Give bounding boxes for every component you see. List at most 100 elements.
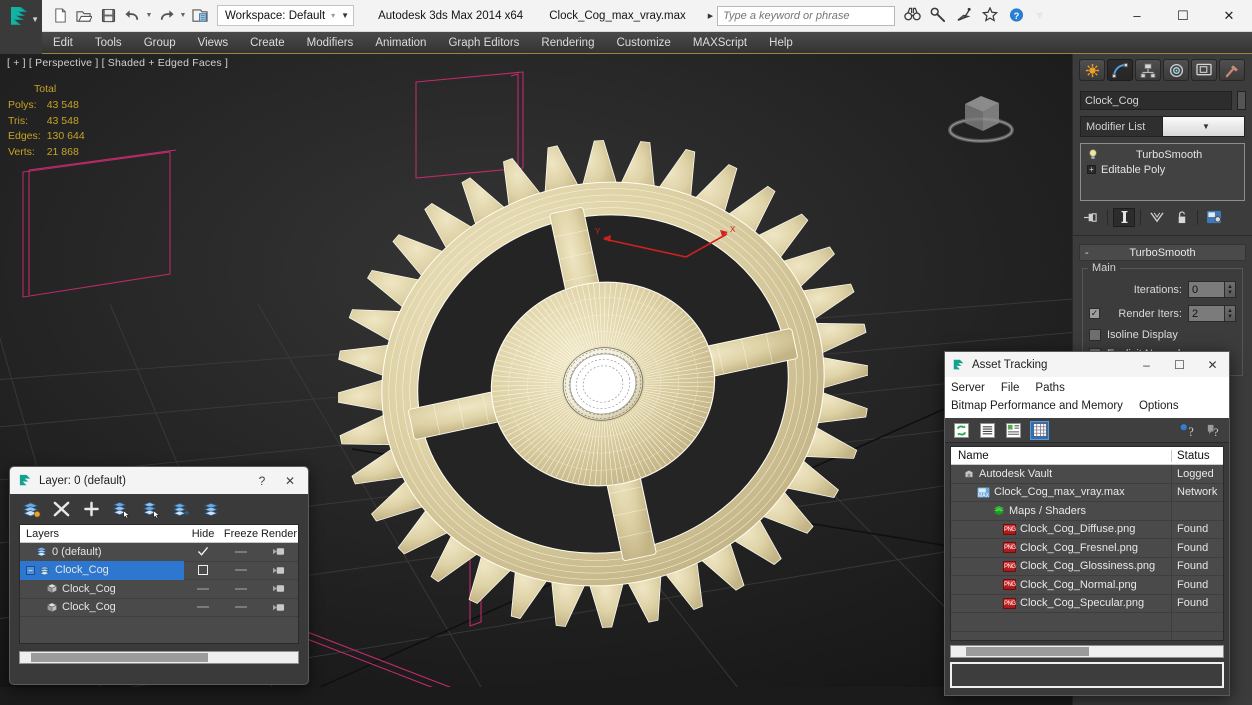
modify-tab[interactable]	[1107, 59, 1133, 81]
add-layer-icon[interactable]	[82, 500, 101, 519]
lightbulb-icon[interactable]	[1087, 149, 1098, 160]
table-row[interactable]: MAX Clock_Cog_max_vray.max Network	[951, 483, 1223, 502]
show-end-result-icon[interactable]	[1113, 207, 1135, 227]
layer-horizontal-scrollbar[interactable]	[19, 651, 299, 664]
refresh-icon[interactable]	[953, 422, 970, 439]
remove-modifier-icon[interactable]	[1170, 208, 1192, 227]
layer-help-button[interactable]: ?	[248, 467, 276, 494]
table-row[interactable]: PNG Clock_Cog_Normal.png Found	[951, 575, 1223, 595]
object-color-swatch[interactable]	[1237, 91, 1246, 110]
table-row[interactable]: PNG Clock_Cog_Glossiness.png Found	[951, 557, 1223, 576]
viewport-label[interactable]: [ + ] [ Perspective ] [ Shaded + Edged F…	[7, 57, 228, 69]
asset-menu-server[interactable]: Server	[951, 382, 993, 394]
app-menu-button[interactable]: ▼	[0, 0, 42, 32]
help-icon[interactable]: ?	[1008, 7, 1025, 24]
asset-list[interactable]: Name Status Autodesk Vault Logged MAX Cl…	[950, 446, 1224, 641]
plus-box-icon[interactable]: +	[1087, 165, 1096, 174]
new-icon[interactable]	[49, 5, 71, 27]
render-iters-spinner-arrows[interactable]: ▲ ▼	[1224, 305, 1236, 322]
render-iters-spinner[interactable]: ▲▼	[1188, 305, 1236, 322]
expander-minus-icon[interactable]: −	[26, 565, 35, 575]
list-view-icon[interactable]	[979, 422, 996, 439]
layer-close-button[interactable]: ✕	[276, 467, 304, 494]
table-row[interactable]: Autodesk Vault Logged	[951, 464, 1223, 484]
context-help-icon[interactable]: ?	[1204, 422, 1221, 439]
workspace-selector[interactable]: Workspace: Default ▾ ▼	[217, 5, 355, 26]
asset-menu-paths[interactable]: Paths	[1035, 382, 1072, 394]
select-highlight-icon[interactable]	[142, 500, 161, 519]
hide-cell[interactable]	[184, 598, 222, 617]
freeze-cell[interactable]	[222, 561, 260, 580]
render-cell[interactable]	[260, 598, 298, 617]
asset-name-cell[interactable]: PNG Clock_Cog_Specular.png	[951, 594, 1171, 613]
layer-properties-icon[interactable]	[202, 500, 221, 519]
workspace-dropdown-icon[interactable]: ▼	[341, 11, 349, 20]
layer-row-name-cell[interactable]: Clock_Cog	[20, 598, 184, 617]
hide-cell[interactable]	[184, 543, 222, 562]
select-objects-icon[interactable]	[112, 500, 131, 519]
menu-item-group[interactable]: Group	[133, 32, 187, 54]
undo-dropdown-icon[interactable]: ▼	[145, 12, 153, 19]
asset-name-cell[interactable]: PNG Clock_Cog_Normal.png	[951, 576, 1171, 595]
redo-dropdown-icon[interactable]: ▼	[179, 12, 187, 19]
asset-name-cell[interactable]: PNG Clock_Cog_Fresnel.png	[951, 539, 1171, 558]
table-row[interactable]: Clock_Cog	[20, 598, 298, 617]
thumbnail-view-icon[interactable]	[1005, 422, 1022, 439]
layer-row-name-cell[interactable]: 0 (default)	[20, 543, 184, 562]
render-cell[interactable]	[260, 580, 298, 599]
collapse-icon[interactable]: -	[1085, 247, 1089, 259]
configure-sets-icon[interactable]	[1203, 208, 1225, 227]
star-icon[interactable]	[982, 6, 999, 24]
save-icon[interactable]	[97, 5, 119, 27]
asset-name-cell[interactable]: PNG Clock_Cog_Diffuse.png	[951, 520, 1171, 539]
menu-item-views[interactable]: Views	[187, 32, 239, 54]
undo-icon[interactable]	[121, 5, 143, 27]
create-tab[interactable]	[1079, 59, 1105, 81]
asset-name-cell[interactable]: PNG Clock_Cog_Glossiness.png	[951, 557, 1171, 576]
help-dropdown-icon[interactable]: ▼	[1034, 10, 1045, 22]
asset-horizontal-scrollbar[interactable]	[950, 645, 1224, 658]
menu-item-animation[interactable]: Animation	[364, 32, 437, 54]
menu-item-edit[interactable]: Edit	[42, 32, 84, 54]
asset-menu-options[interactable]: Options	[1139, 400, 1187, 412]
freeze-cell[interactable]	[222, 543, 260, 562]
minimize-button[interactable]: –	[1114, 0, 1160, 32]
menu-item-graph-editors[interactable]: Graph Editors	[437, 32, 530, 54]
isoline-display-row[interactable]: Isoline Display	[1089, 329, 1236, 341]
hide-cell[interactable]	[184, 561, 222, 580]
modifier-stack[interactable]: TurboSmooth + Editable Poly	[1080, 143, 1245, 201]
satellite-icon[interactable]	[956, 7, 973, 24]
turbosmooth-rollout-header[interactable]: - TurboSmooth	[1079, 244, 1246, 261]
maximize-button[interactable]: ☐	[1160, 0, 1206, 32]
scrollbar-thumb[interactable]	[31, 653, 208, 662]
table-row-empty[interactable]	[951, 612, 1223, 632]
asset-name-cell[interactable]: MAX Clock_Cog_max_vray.max	[951, 483, 1171, 502]
render-cell[interactable]	[260, 543, 298, 562]
wrench-icon[interactable]	[930, 7, 947, 24]
redo-icon[interactable]	[155, 5, 177, 27]
pin-stack-icon[interactable]	[1080, 208, 1102, 227]
layer-row-name-cell[interactable]: Clock_Cog	[20, 580, 184, 599]
asset-close-button[interactable]: ✕	[1196, 352, 1229, 377]
scrollbar-thumb[interactable]	[966, 647, 1089, 656]
asset-maximize-button[interactable]: ☐	[1163, 352, 1196, 377]
isoline-display-checkbox[interactable]	[1089, 329, 1101, 341]
asset-name-cell[interactable]: Maps / Shaders	[951, 502, 1171, 521]
layer-dialog[interactable]: Layer: 0 (default) ? ✕ Layers Hide Freez…	[9, 466, 309, 685]
asset-menu-file[interactable]: File	[1001, 382, 1028, 394]
hierarchy-tab[interactable]	[1135, 59, 1161, 81]
render-cell[interactable]	[260, 561, 298, 580]
render-iters-input[interactable]	[1188, 305, 1224, 322]
menu-item-tools[interactable]: Tools	[84, 32, 133, 54]
object-name-field[interactable]	[1080, 91, 1232, 110]
grid-view-icon[interactable]	[1030, 420, 1049, 440]
new-layer-icon[interactable]	[22, 500, 41, 519]
search-expand-icon[interactable]: ▶	[708, 12, 713, 20]
menu-item-help[interactable]: Help	[758, 32, 804, 54]
table-row[interactable]: PNG Clock_Cog_Specular.png Found	[951, 594, 1223, 613]
help-query-icon[interactable]: ?	[1178, 422, 1195, 439]
modifier-list-dropdown[interactable]: Modifier List ▼	[1080, 116, 1245, 137]
layer-row-name-cell[interactable]: − Clock_Cog	[20, 561, 184, 580]
make-unique-icon[interactable]	[1146, 208, 1168, 227]
add-to-layer-icon[interactable]	[172, 500, 191, 519]
